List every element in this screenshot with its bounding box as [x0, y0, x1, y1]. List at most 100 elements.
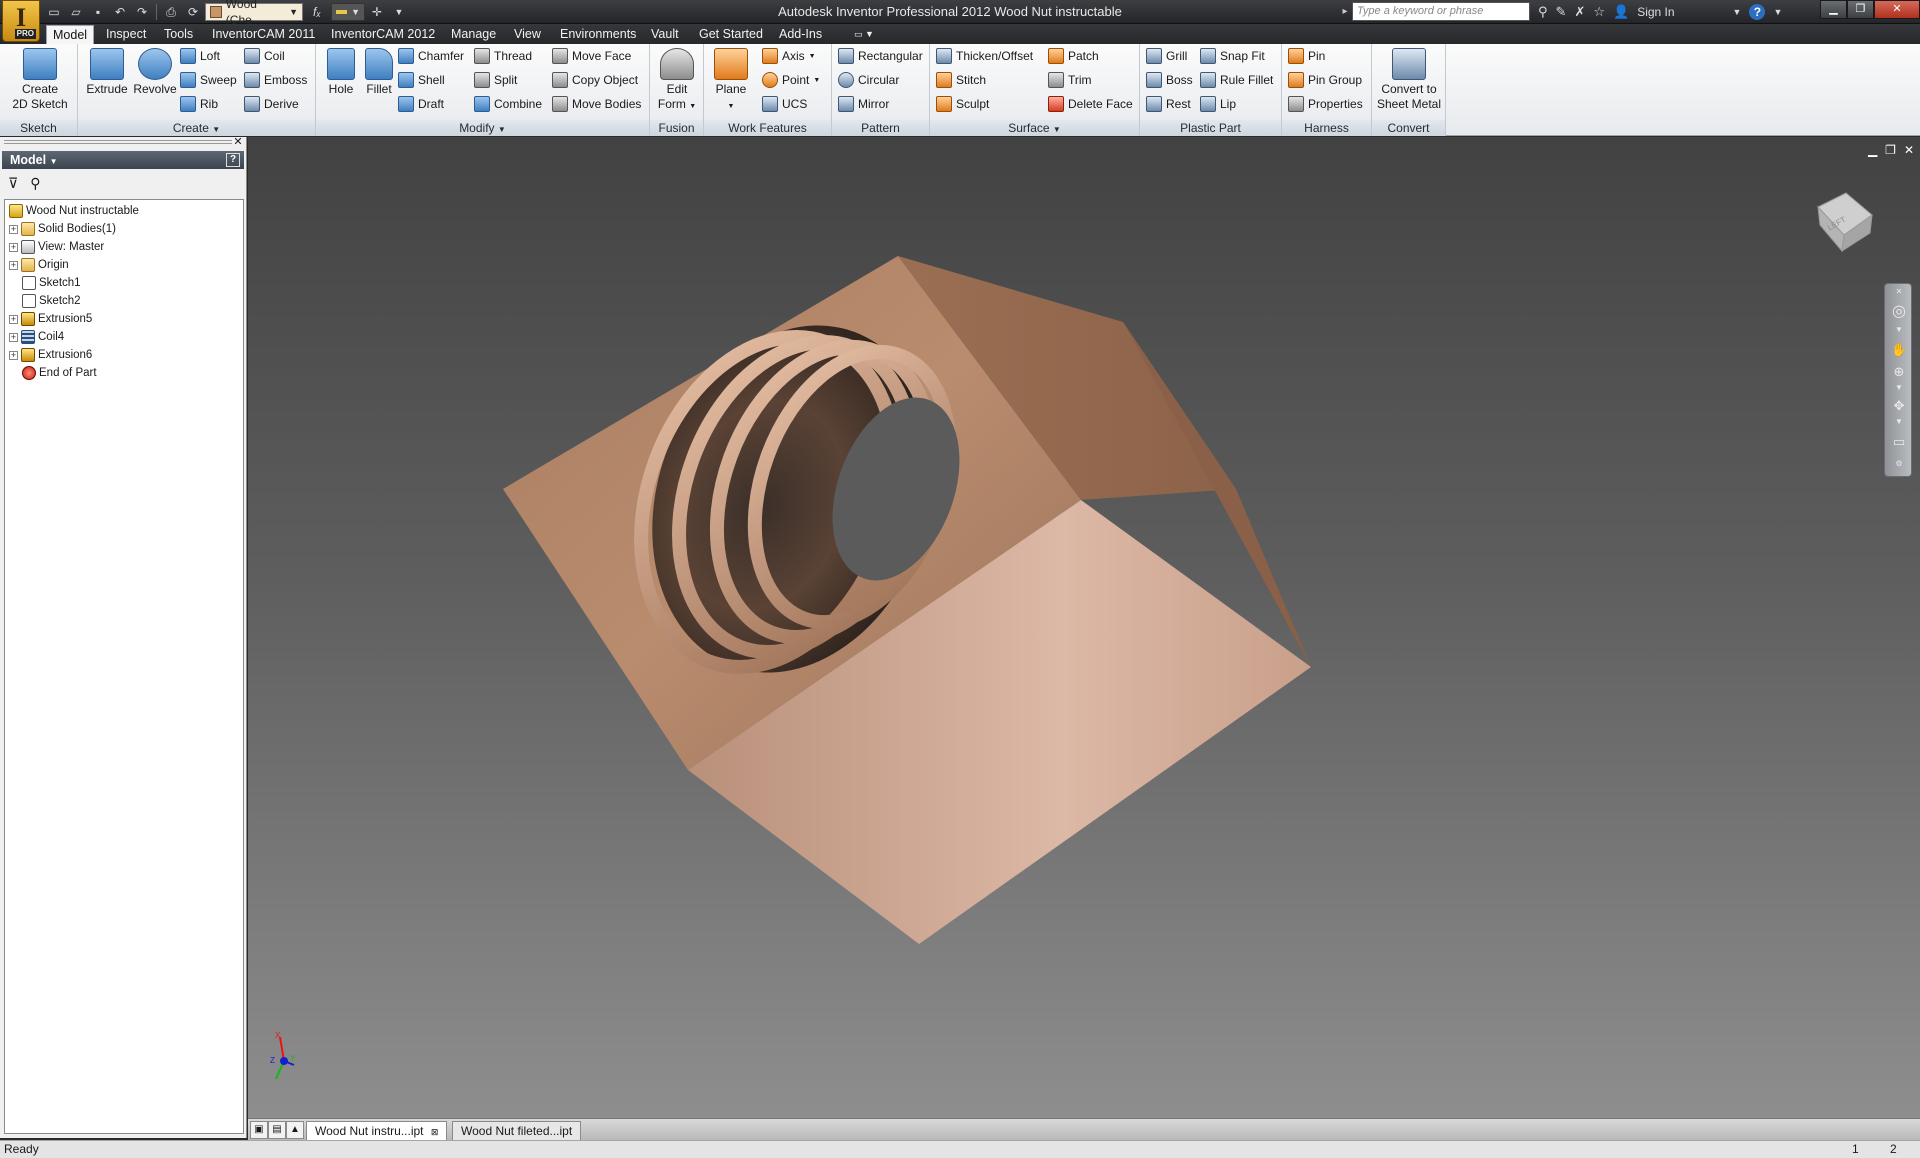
tab-add-ins[interactable]: Add-Ins — [773, 25, 828, 44]
tree-item-extrusion5[interactable]: + Extrusion5 — [9, 310, 92, 328]
tree-item-sketch2[interactable]: Sketch2 — [22, 292, 81, 310]
graphics-viewport[interactable]: ▁ ❐ ✕ LEFT ✕ ◎ ▼ ✋ ⊕ ▼ ✥ ▼ ▭ ⚙ X Y Z — [248, 137, 1920, 1118]
revolve-button[interactable]: Revolve — [130, 46, 180, 116]
restore-button[interactable]: ❐ — [1847, 0, 1874, 19]
tools-icon[interactable]: ✎ — [1556, 4, 1567, 20]
tab-model[interactable]: Model — [46, 25, 95, 44]
tree-item-view-master[interactable]: + View: Master — [9, 238, 104, 256]
help-icon[interactable]: ? — [226, 153, 240, 167]
panel-title-create[interactable]: Create ▼ — [78, 120, 315, 136]
fillet-button[interactable]: Fillet — [358, 46, 400, 116]
search-expand-icon[interactable]: ▸ — [1338, 2, 1352, 21]
ucs-button[interactable]: UCS — [762, 94, 807, 114]
mirror-button[interactable]: Mirror — [838, 94, 889, 114]
pan-hand-icon[interactable]: ✋ — [1891, 342, 1907, 358]
tree-item-extrusion6[interactable]: + Extrusion6 — [9, 346, 92, 364]
subscription-icon[interactable]: ✗ — [1574, 4, 1585, 20]
redo-icon[interactable]: ↷ — [132, 3, 152, 21]
draft-button[interactable]: Draft — [398, 94, 444, 114]
tile-windows-icon[interactable]: ▣ — [250, 1121, 268, 1139]
tree-item-root[interactable]: Wood Nut instructable — [9, 202, 139, 220]
expand-icon[interactable]: + — [9, 242, 18, 252]
print-icon[interactable]: ⎙ — [161, 3, 181, 21]
browser-grip[interactable] — [4, 140, 232, 144]
derive-button[interactable]: Derive — [244, 94, 299, 114]
copy-object-button[interactable]: Copy Object — [552, 70, 638, 90]
orbit-icon[interactable]: ✥ — [1891, 398, 1907, 414]
crosshair-icon[interactable]: ✛ — [367, 3, 387, 21]
thicken-offset-button[interactable]: Thicken/Offset — [936, 46, 1033, 66]
sign-in-link[interactable]: Sign In — [1637, 5, 1674, 19]
close-icon[interactable]: ✕ — [233, 137, 243, 148]
convert-to-sheet-metal-button[interactable]: Convert to Sheet Metal — [1374, 46, 1444, 116]
tab-get-started[interactable]: Get Started — [693, 25, 769, 44]
edit-form-button[interactable]: Edit Form ▼ — [652, 46, 702, 116]
customize-qat-icon[interactable]: ▼ — [389, 3, 409, 21]
steering-wheel-icon[interactable]: ◎ — [1891, 304, 1907, 320]
close-icon[interactable]: ✕ — [1891, 284, 1907, 300]
cascade-windows-icon[interactable]: ▤ — [268, 1121, 286, 1139]
expand-icon[interactable]: + — [9, 224, 18, 234]
lip-button[interactable]: Lip — [1200, 94, 1236, 114]
create-2d-sketch-button[interactable]: Create 2D Sketch — [12, 46, 68, 116]
tree-item-solid-bodies[interactable]: + Solid Bodies(1) — [9, 220, 116, 238]
pin-group-button[interactable]: Pin Group — [1288, 70, 1362, 90]
filter-icon[interactable]: ⊽ — [8, 175, 18, 192]
look-at-icon[interactable]: ▭ — [1891, 434, 1907, 450]
tree-item-sketch1[interactable]: Sketch1 — [22, 274, 81, 292]
axis-button[interactable]: Axis ▼ — [762, 46, 816, 66]
boss-button[interactable]: Boss — [1146, 70, 1193, 90]
minimize-button[interactable]: ▁ — [1820, 0, 1847, 19]
tree-item-coil4[interactable]: + Coil4 — [9, 328, 64, 346]
loft-button[interactable]: Loft — [180, 46, 220, 66]
thread-button[interactable]: Thread — [474, 46, 532, 66]
save-icon[interactable]: ▪ — [88, 3, 108, 21]
application-menu-button[interactable]: I PRO — [2, 0, 40, 42]
combine-button[interactable]: Combine — [474, 94, 542, 114]
expand-icon[interactable]: + — [9, 332, 18, 342]
tab-environments[interactable]: Environments — [554, 25, 642, 44]
sweep-button[interactable]: Sweep — [180, 70, 237, 90]
viewcube[interactable]: LEFT — [1810, 189, 1876, 255]
tab-inspect[interactable]: Inspect — [100, 25, 152, 44]
parameters-icon[interactable]: fₓ — [305, 3, 329, 21]
tab-manage[interactable]: Manage — [445, 25, 502, 44]
grill-button[interactable]: Grill — [1146, 46, 1187, 66]
rest-button[interactable]: Rest — [1146, 94, 1191, 114]
emboss-button[interactable]: Emboss — [244, 70, 307, 90]
chevron-down-icon[interactable]: ▼ — [1891, 322, 1907, 338]
chevron-down-icon[interactable]: ▼ — [1773, 7, 1782, 17]
sculpt-button[interactable]: Sculpt — [936, 94, 989, 114]
user-icon[interactable]: 👤 — [1613, 4, 1629, 20]
tab-vault[interactable]: Vault — [645, 25, 685, 44]
undo-icon[interactable]: ↶ — [110, 3, 130, 21]
tab-tools[interactable]: Tools — [158, 25, 199, 44]
move-face-button[interactable]: Move Face — [552, 46, 631, 66]
properties-button[interactable]: Properties — [1288, 94, 1363, 114]
close-icon[interactable]: ⊠ — [431, 1127, 439, 1137]
hole-button[interactable]: Hole — [320, 46, 362, 116]
open-file-icon[interactable]: ▱ — [66, 3, 86, 21]
chamfer-button[interactable]: Chamfer — [398, 46, 464, 66]
split-button[interactable]: Split — [474, 70, 517, 90]
move-bodies-button[interactable]: Move Bodies — [552, 94, 641, 114]
material-dropdown[interactable]: Wood (Che ▼ — [205, 0, 303, 27]
stitch-button[interactable]: Stitch — [936, 70, 986, 90]
search-input[interactable]: Type a keyword or phrase — [1352, 2, 1530, 21]
circular-pattern-button[interactable]: Circular — [838, 70, 899, 90]
zoom-icon[interactable]: ⊕ — [1891, 364, 1907, 380]
color-override-dropdown[interactable]: ▼ — [331, 3, 365, 21]
ribbon-options-icon[interactable]: ▭ ▼ — [848, 25, 880, 44]
open-documents-menu-icon[interactable]: ▲ — [286, 1121, 304, 1139]
panel-title-modify[interactable]: Modify ▼ — [316, 120, 649, 136]
coil-button[interactable]: Coil — [244, 46, 285, 66]
update-icon[interactable]: ⟳ — [183, 3, 203, 21]
trim-button[interactable]: Trim — [1048, 70, 1092, 90]
rectangular-pattern-button[interactable]: Rectangular — [838, 46, 923, 66]
expand-icon[interactable]: + — [9, 260, 18, 270]
browser-header[interactable]: Model ▼ ? — [2, 151, 244, 169]
tab-inventorcam-2012[interactable]: InventorCAM 2012 — [325, 25, 441, 44]
new-file-icon[interactable]: ▭ — [44, 3, 64, 21]
point-button[interactable]: Point ▼ — [762, 70, 820, 90]
close-button[interactable]: ✕ — [1874, 0, 1920, 19]
